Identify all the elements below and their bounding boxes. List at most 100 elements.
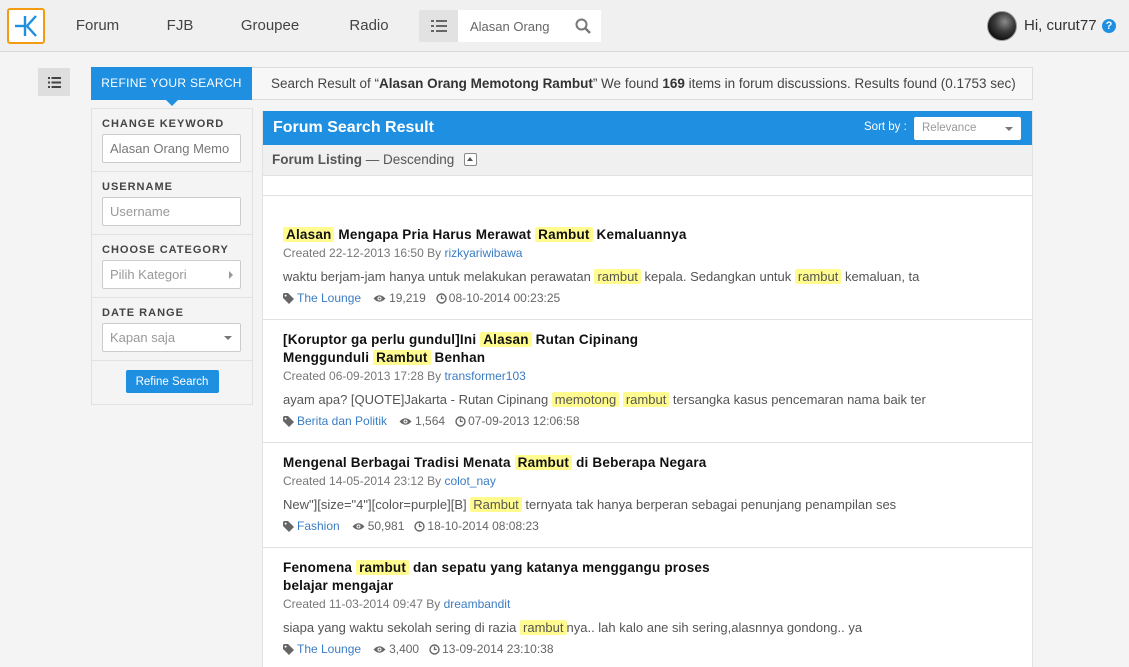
created-date: Created 06-09-2013 17:28 By: [283, 369, 445, 383]
keyword-highlight: Rambut: [535, 227, 593, 242]
eye-icon: [399, 417, 412, 425]
date-label: DATE RANGE: [102, 307, 184, 319]
author-link[interactable]: colot_nay: [444, 474, 495, 488]
eye-icon: [373, 294, 386, 302]
listing-spacer: [263, 176, 1032, 196]
summary-prefix: Search Result of “: [271, 76, 380, 91]
search-icon[interactable]: [575, 18, 591, 34]
category-link[interactable]: Berita dan Politik: [297, 413, 387, 429]
category-select[interactable]: Pilih Kategori: [102, 260, 241, 289]
listing-bar: Forum Listing — Descending: [263, 145, 1032, 176]
text-segment: Fenomena: [283, 560, 357, 575]
result-list: Alasan Mengapa Pria Harus Merawat Rambut…: [263, 196, 1032, 667]
date-filter: DATE RANGE Kapan saja: [92, 298, 252, 360]
category-label: CHOOSE CATEGORY: [102, 244, 229, 256]
result-item: Mengenal Berbagai Tradisi Menata Rambut …: [263, 443, 1032, 548]
result-footer: Berita dan Politik 1,564 07-09-2013 12:06:…: [283, 413, 1012, 429]
last-post-date: 13-09-2014 23:10:38: [442, 642, 554, 656]
search-summary: Search Result of “Alasan Orang Memotong …: [252, 67, 1033, 100]
date-range-value: Kapan saja: [110, 330, 176, 345]
tag-icon: [283, 643, 294, 655]
text-segment: ayam apa? [QUOTE]Jakarta - Rutan Cipinan…: [283, 392, 552, 407]
sort-select[interactable]: Relevance: [914, 117, 1021, 140]
keyword-highlight: Alasan: [283, 227, 335, 242]
sidebar-toggle-button[interactable]: [38, 68, 70, 96]
result-item: [Koruptor ga perlu gundul]Ini Alasan Rut…: [263, 320, 1032, 443]
result-snippet: New"][size="4"][color=purple][B] Rambut …: [283, 496, 1012, 514]
author-link[interactable]: dreambandit: [444, 597, 511, 611]
result-title-link[interactable]: Alasan Mengapa Pria Harus Merawat Rambut…: [283, 226, 1012, 244]
nav-radio[interactable]: Radio: [325, 0, 413, 52]
listing-label: Forum Listing: [272, 152, 362, 167]
text-segment: kepala. Sedangkan untuk: [640, 269, 795, 284]
nav-forum[interactable]: Forum: [50, 0, 145, 52]
username-label: USERNAME: [102, 181, 173, 193]
view-count: 50,981: [367, 519, 405, 533]
last-post-date: 07-09-2013 12:06:58: [468, 414, 580, 428]
category-link[interactable]: Fashion: [297, 518, 340, 534]
refine-button-row: Refine Search: [92, 360, 252, 393]
last-post-date: 18-10-2014 08:08:23: [427, 519, 539, 533]
result-footer: The Lounge 19,219 08-10-2014 00:23:25: [283, 290, 1012, 306]
avatar[interactable]: [987, 11, 1017, 41]
result-item: Alasan Mengapa Pria Harus Merawat Rambut…: [263, 196, 1032, 320]
keyword-highlight: rambut: [794, 269, 842, 284]
top-navbar: Forum FJB Groupee Radio Hi, curut77 ?: [0, 0, 1129, 52]
result-snippet: waktu berjam-jam hanya untuk melakukan p…: [283, 268, 1012, 286]
help-icon[interactable]: ?: [1102, 19, 1116, 33]
top-search-input[interactable]: [458, 10, 568, 42]
category-link[interactable]: The Lounge: [297, 641, 361, 657]
result-footer: The Lounge 3,400 13-09-2014 23:10:38: [283, 641, 1012, 657]
list-menu-button[interactable]: [419, 10, 458, 42]
view-count: 19,219: [389, 291, 426, 305]
collapse-icon[interactable]: [464, 153, 477, 166]
refine-filters-panel: CHANGE KEYWORD Alasan Orang Memo USERNAM…: [91, 108, 253, 405]
chevron-down-icon: [1005, 127, 1013, 131]
view-count: 1,564: [415, 414, 446, 428]
author-link[interactable]: rizkyariwibawa: [444, 246, 522, 260]
summary-count: 169: [662, 76, 685, 91]
text-segment: Benhan: [430, 350, 486, 365]
keyword-highlight: memotong: [551, 392, 620, 407]
nav-groupee[interactable]: Groupee: [215, 0, 325, 52]
results-title: Forum Search Result: [273, 119, 434, 136]
result-title-link[interactable]: [Koruptor ga perlu gundul]Ini Alasan Rut…: [283, 331, 1012, 367]
summary-suffix: items in forum discussions. Results foun…: [684, 76, 1016, 91]
user-greeting[interactable]: Hi, curut77: [1024, 0, 1097, 52]
list-icon: [47, 76, 61, 88]
category-filter: CHOOSE CATEGORY Pilih Kategori: [92, 235, 252, 298]
chevron-right-icon: [229, 271, 233, 279]
keyword-filter: CHANGE KEYWORD Alasan Orang Memo: [92, 109, 252, 172]
username-input[interactable]: Username: [102, 197, 241, 226]
text-segment: Menggunduli: [283, 350, 374, 365]
refine-search-tab[interactable]: REFINE YOUR SEARCH: [91, 67, 252, 106]
text-segment: Rutan Cipinang: [531, 332, 639, 347]
keyword-highlight: Rambut: [470, 497, 522, 512]
text-segment: kemaluan, ta: [841, 269, 920, 284]
clock-icon: [429, 643, 440, 655]
eye-icon: [352, 522, 365, 530]
result-meta: Created 22-12-2013 16:50 By rizkyariwiba…: [283, 245, 1012, 261]
refine-search-button[interactable]: Refine Search: [125, 370, 219, 393]
category-placeholder: Pilih Kategori: [110, 267, 187, 282]
result-title-link[interactable]: Fenomena rambut dan sepatu yang katanya …: [283, 559, 1012, 595]
k-logo-icon: [15, 15, 37, 37]
clock-icon: [414, 520, 426, 532]
kaskus-logo[interactable]: [7, 8, 45, 44]
author-link[interactable]: transformer103: [444, 369, 525, 383]
last-post-date: 08-10-2014 00:23:25: [448, 291, 561, 305]
chevron-down-icon: [224, 336, 232, 340]
result-title-link[interactable]: Mengenal Berbagai Tradisi Menata Rambut …: [283, 454, 1012, 472]
text-segment: Mengapa Pria Harus Merawat: [334, 227, 536, 242]
category-link[interactable]: The Lounge: [297, 290, 361, 306]
summary-middle: ” We found: [592, 76, 663, 91]
nav-fjb[interactable]: FJB: [145, 0, 215, 52]
date-range-select[interactable]: Kapan saja: [102, 323, 241, 352]
keyword-highlight: rambut: [594, 269, 641, 284]
result-snippet: siapa yang waktu sekolah sering di razia…: [283, 619, 1012, 637]
result-meta: Created 06-09-2013 17:28 By transformer1…: [283, 368, 1012, 384]
text-segment: di Beberapa Negara: [572, 455, 707, 470]
tag-icon: [283, 415, 294, 427]
keyword-input[interactable]: Alasan Orang Memo: [102, 134, 241, 163]
keyword-highlight: Alasan: [480, 332, 532, 347]
